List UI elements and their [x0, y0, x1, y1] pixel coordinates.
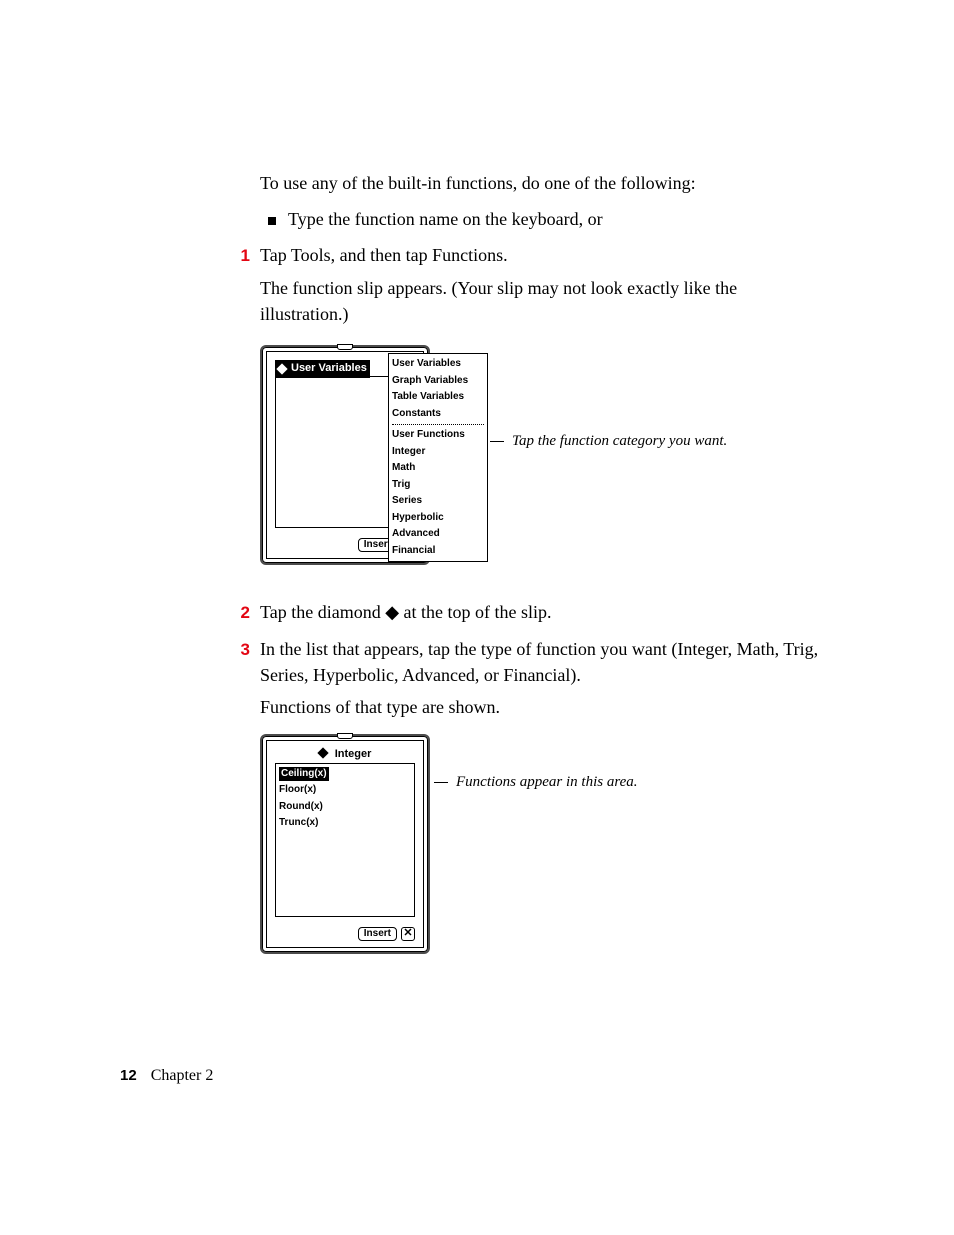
slip-category-selector[interactable]: Integer — [267, 747, 423, 763]
menu-item[interactable]: User Variables — [392, 356, 484, 373]
selected-function: Ceiling(x) — [279, 767, 329, 782]
integer-slip-window: Integer Ceiling(x) Floor(x) Round(x) Tru… — [260, 734, 430, 954]
step-3-followup: Functions of that type are shown. — [260, 694, 820, 720]
page-footer: 12 Chapter 2 — [120, 1067, 213, 1085]
body-column: To use any of the built-in functions, do… — [260, 170, 820, 962]
step-1-text: Tap Tools, and then tap Functions. — [260, 242, 820, 268]
slip-footer: Insert ✕ — [358, 927, 415, 941]
chapter-label: Chapter 2 — [151, 1067, 214, 1085]
diamond-icon — [317, 747, 328, 758]
slip-grip-icon — [337, 733, 353, 739]
figure-integer-slip: Integer Ceiling(x) Floor(x) Round(x) Tru… — [260, 734, 820, 962]
figure-callout: Functions appear in this area. — [434, 772, 638, 794]
menu-item[interactable]: Constants — [392, 406, 484, 423]
page-number: 12 — [120, 1067, 137, 1084]
document-page: To use any of the built-in functions, do… — [0, 0, 954, 1235]
menu-item[interactable]: Hyperbolic — [392, 510, 484, 527]
callout-line-icon — [490, 441, 504, 442]
callout-text: Tap the function category you want. — [512, 431, 727, 453]
step-number-1: 1 — [230, 244, 260, 269]
square-bullet-icon — [268, 217, 276, 225]
step-1-row: 1 Tap Tools, and then tap Functions. — [230, 242, 820, 269]
step-1-followup: The function slip appears. (Your slip ma… — [260, 275, 820, 327]
step-3-row: 3 In the list that appears, tap the type… — [230, 636, 820, 688]
menu-item[interactable]: User Functions — [392, 427, 484, 444]
menu-item[interactable]: Series — [392, 493, 484, 510]
slip-grip-icon — [337, 344, 353, 350]
menu-item[interactable]: Math — [392, 460, 484, 477]
figure-function-slip: User Variables Insert ✕ User Variables G… — [260, 345, 820, 575]
step-2-row: 2 Tap the diamond ◆ at the top of the sl… — [230, 599, 820, 626]
bullet-item: Type the function name on the keyboard, … — [260, 206, 820, 232]
bullet-text: Type the function name on the keyboard, … — [288, 206, 603, 232]
function-listbox[interactable]: Ceiling(x) Floor(x) Round(x) Trunc(x) — [275, 763, 415, 917]
step-3-text: In the list that appears, tap the type o… — [260, 636, 820, 688]
menu-item[interactable]: Integer — [392, 444, 484, 461]
intro-text: To use any of the built-in functions, do… — [260, 170, 820, 196]
menu-item[interactable]: Graph Variables — [392, 373, 484, 390]
list-item[interactable]: Trunc(x) — [279, 815, 411, 832]
figure-callout: Tap the function category you want. — [490, 431, 727, 453]
step-2-text: Tap the diamond ◆ at the top of the slip… — [260, 599, 820, 625]
list-item[interactable]: Floor(x) — [279, 782, 411, 799]
step-number-3: 3 — [230, 638, 260, 663]
slip-inner: Integer Ceiling(x) Floor(x) Round(x) Tru… — [266, 740, 424, 948]
category-dropdown-menu[interactable]: User Variables Graph Variables Table Var… — [388, 353, 488, 562]
list-item[interactable]: Ceiling(x) — [279, 766, 411, 783]
menu-item[interactable]: Financial — [392, 543, 484, 560]
menu-item[interactable]: Advanced — [392, 526, 484, 543]
menu-divider — [392, 424, 484, 425]
close-button[interactable]: ✕ — [401, 927, 415, 941]
menu-item[interactable]: Table Variables — [392, 389, 484, 406]
list-item[interactable]: Round(x) — [279, 799, 411, 816]
insert-button[interactable]: Insert — [358, 927, 397, 941]
callout-text: Functions appear in this area. — [456, 772, 638, 794]
slip-header-label: Integer — [335, 748, 372, 760]
step-number-2: 2 — [230, 601, 260, 626]
callout-line-icon — [434, 782, 448, 783]
diamond-icon — [276, 363, 287, 374]
menu-item[interactable]: Trig — [392, 477, 484, 494]
slip-header-label: User Variables — [291, 361, 367, 377]
